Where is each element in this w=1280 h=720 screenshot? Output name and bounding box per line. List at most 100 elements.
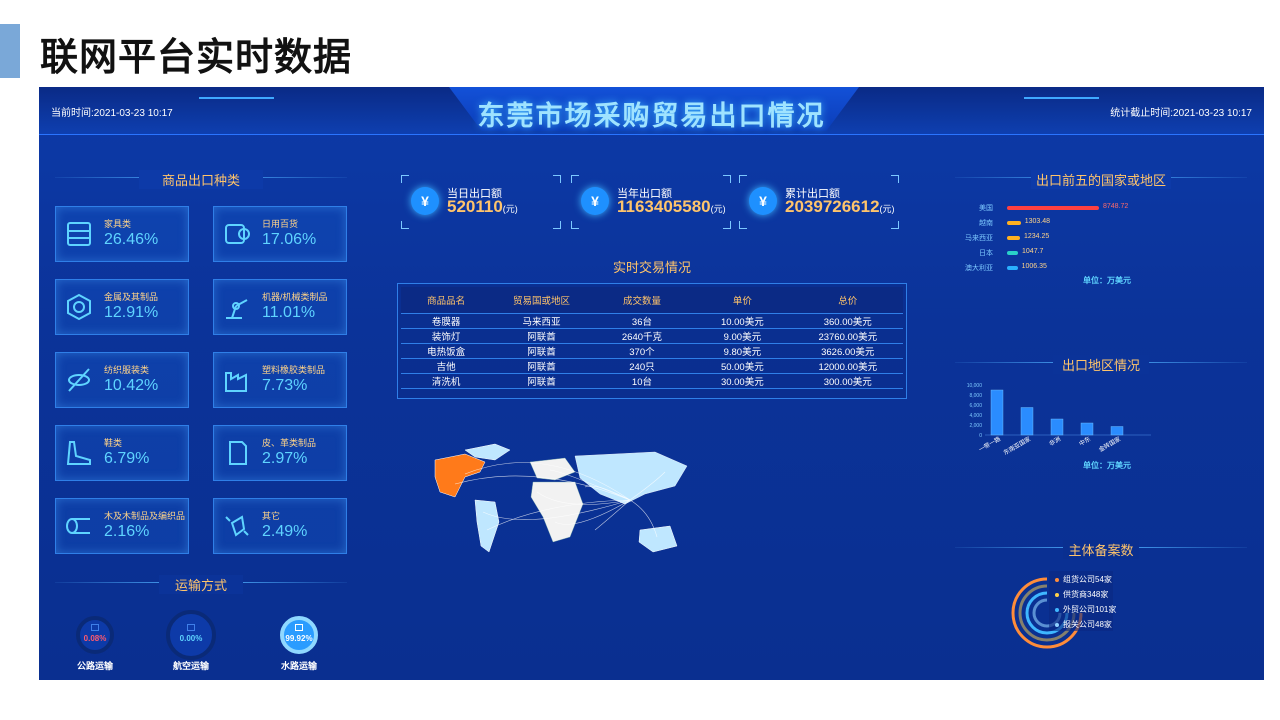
bar-mark [1007,266,1018,270]
table-header-cell: 贸易国或地区 [491,287,592,314]
kpi-unit: (元) [879,204,895,214]
transport-title: 运输方式 [159,575,243,594]
categories-title: 商品出口种类 [139,170,263,189]
table-row: 吉他 阿联酋 240只 50.00美元 12000.00美元 [401,358,903,374]
table-cell: 50.00美元 [692,358,793,374]
category-card[interactable]: 日用百货 17.06% [213,206,347,262]
top5-unit: 单位：万美元 [1083,276,1131,285]
category-card[interactable]: 家具类 26.46% [55,206,189,262]
slide-accent-bar [0,24,20,78]
world-trade-map [434,443,688,553]
table-cell: 360.00美元 [792,313,903,329]
bar-mark [1110,426,1124,436]
robot-arm-icon [226,299,248,319]
trades-table: 商品品名 贸易国或地区 成交数量 单价 总价 卷膜器 马来西亚 36台 10.00美元 360.… [401,287,903,389]
corner-decor [401,175,409,183]
legend-dot [1055,592,1059,597]
table-cell: 240只 [591,358,693,374]
bar-mark [1007,251,1019,255]
table-cell: 装饰灯 [401,328,492,344]
table-cell: 阿联酋 [491,373,592,389]
table-header-cell: 商品品名 [401,287,492,314]
hex-nut-icon [67,293,91,321]
table-cell: 9.80美元 [692,343,793,359]
table-cell: 23760.00美元 [792,328,903,344]
deadline-time: 统计截止时间:2021-03-23 10:17 [1110,108,1252,119]
category-card[interactable]: 其它 2.49% [213,498,347,554]
regions-unit: 单位：万美元 [1083,461,1131,470]
corner-decor [739,175,747,183]
slide-title: 联网平台实时数据 [40,35,353,79]
bar-value-label: 1234.25 [1023,233,1050,240]
table-cell: 吉他 [401,358,492,374]
table-cell: 300.00美元 [792,373,903,389]
category-card[interactable]: 木及木制品及编织品 2.16% [55,498,189,554]
registry-legend-label: 组货公司54家 [1063,575,1112,584]
corner-decor [553,221,561,229]
category-card[interactable]: 机器/机械类制品 11.01% [213,279,347,335]
category-name: 日用百货 [262,219,299,229]
thread-icon [68,368,90,392]
category-percent: 6.79% [104,450,150,467]
category-card[interactable]: 鞋类 6.79% [55,425,189,481]
kpi-card: ¥ 累计出口额 2039726612(元) [739,175,899,229]
corner-decor [571,175,579,183]
y-tick-label: 8,000 [969,393,982,399]
factory-icon [225,372,247,392]
table-header-cell: 单价 [692,287,793,314]
category-card[interactable]: 塑料橡胶类制品 7.73% [213,352,347,408]
kpi-number: 1163405580 [617,197,711,216]
map-australia [638,525,678,553]
transport-label: 航空运输 [172,661,209,671]
transport-label: 公路运输 [76,661,113,671]
category-card[interactable]: 纺织服装类 10.42% [55,352,189,408]
category-card[interactable]: 金属及其制品 12.91% [55,279,189,335]
x-tick-label: 东南亚国家 [1002,435,1032,457]
kpi-unit: (元) [710,204,726,214]
wood-log-icon [66,518,90,534]
registry-legend-item: 报关公司48家 [1055,619,1112,630]
corner-decor [571,221,579,229]
transport-percent: 0.08% [83,634,107,643]
x-tick-label: 金砖国家 [1097,435,1122,454]
table-cell: 9.00美元 [692,328,793,344]
bar-mark [1007,221,1021,225]
map-asia [574,451,688,505]
bar-mark [990,389,1004,436]
other-icon [225,515,249,537]
category-percent: 10.42% [104,377,159,394]
trades-table-header: 商品品名 贸易国或地区 成交数量 单价 总价 [401,287,903,314]
corner-decor [401,221,409,229]
yen-icon: ¥ [749,187,777,215]
yen-icon: ¥ [411,187,439,215]
bar-value-label: 8748.72 [1103,203,1129,210]
table-row: 装饰灯 阿联酋 2640千克 9.00美元 23760.00美元 [401,328,903,344]
kpi-card: ¥ 当年出口额 1163405580(元) [571,175,731,229]
table-cell: 10.00美元 [692,313,793,329]
shoe-icon [66,441,91,465]
table-header-cell: 总价 [792,287,903,314]
corner-decor [739,221,747,229]
kpi-value: 2039726612(元) [785,197,895,217]
furniture-icon [67,222,91,246]
bar-mark [1050,418,1064,436]
category-name: 木及木制品及编织品 [104,511,186,521]
category-name: 纺织服装类 [104,365,150,375]
leather-icon [229,441,247,465]
category-card[interactable]: 皮、革类制品 2.97% [213,425,347,481]
registry-legend: 组货公司54家 供货商348家 外贸公司101家 报关公司48家 [1049,571,1117,631]
map-africa [530,481,584,543]
category-percent: 26.46% [104,231,159,248]
registry-legend-item: 组货公司54家 [1055,574,1112,585]
y-tick-label: 0 [979,433,982,439]
table-cell: 36台 [591,313,693,329]
corner-decor [723,175,731,183]
registry-legend-label: 外贸公司101家 [1063,605,1117,614]
category-name: 其它 [262,511,281,521]
map-north-america [434,453,486,498]
bar-value-label: 1006.35 [1021,263,1047,270]
y-tick-label: 6,000 [969,403,982,409]
y-tick-label: 10,000 [967,383,983,389]
bar-category-label: 日本 [979,250,993,257]
yen-icon: ¥ [581,187,609,215]
